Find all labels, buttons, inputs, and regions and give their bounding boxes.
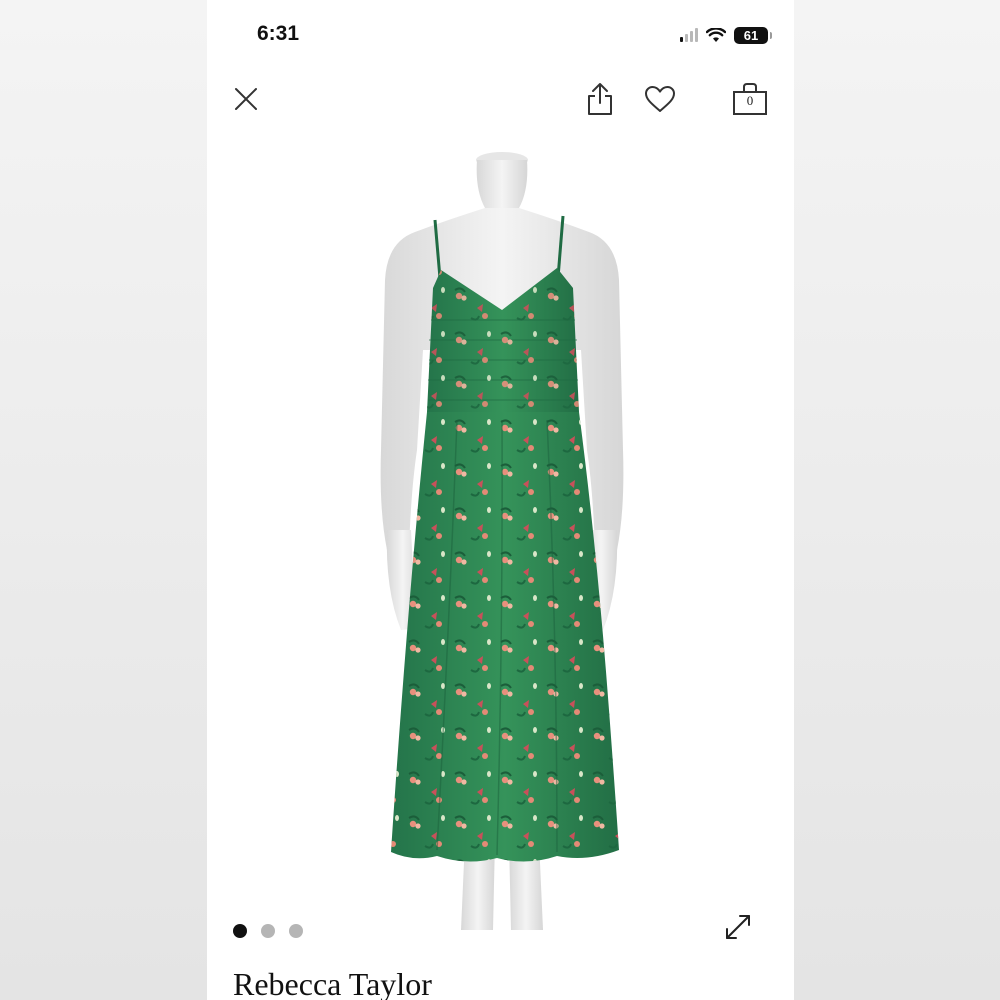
carousel-dot-3[interactable] <box>289 924 303 938</box>
brand-name: Rebecca Taylor <box>233 966 432 1000</box>
expand-image-button[interactable] <box>721 910 755 944</box>
carousel-dots <box>233 924 303 938</box>
close-icon <box>235 88 257 110</box>
shopping-bag-button[interactable]: 0 <box>730 80 770 118</box>
status-icons: 61 <box>680 24 772 46</box>
heart-icon <box>645 86 675 112</box>
cellular-signal-icon <box>680 28 698 42</box>
share-button[interactable] <box>583 80 617 118</box>
share-icon <box>588 83 612 115</box>
blurred-right-margin <box>794 0 1000 1000</box>
status-time: 6:31 <box>257 22 300 45</box>
bag-count: 0 <box>746 93 754 108</box>
battery-icon: 61 <box>734 26 772 44</box>
blurred-left-margin <box>0 0 207 1000</box>
favorite-button[interactable] <box>643 82 677 116</box>
close-button[interactable] <box>229 82 263 116</box>
carousel-dot-1[interactable] <box>233 924 247 938</box>
phone-screen: 6:31 61 0 Rebecca Taylor <box>207 0 794 1000</box>
carousel-dot-2[interactable] <box>261 924 275 938</box>
wifi-icon <box>706 27 726 42</box>
product-image[interactable] <box>357 150 647 930</box>
expand-arrows-icon <box>726 915 750 939</box>
